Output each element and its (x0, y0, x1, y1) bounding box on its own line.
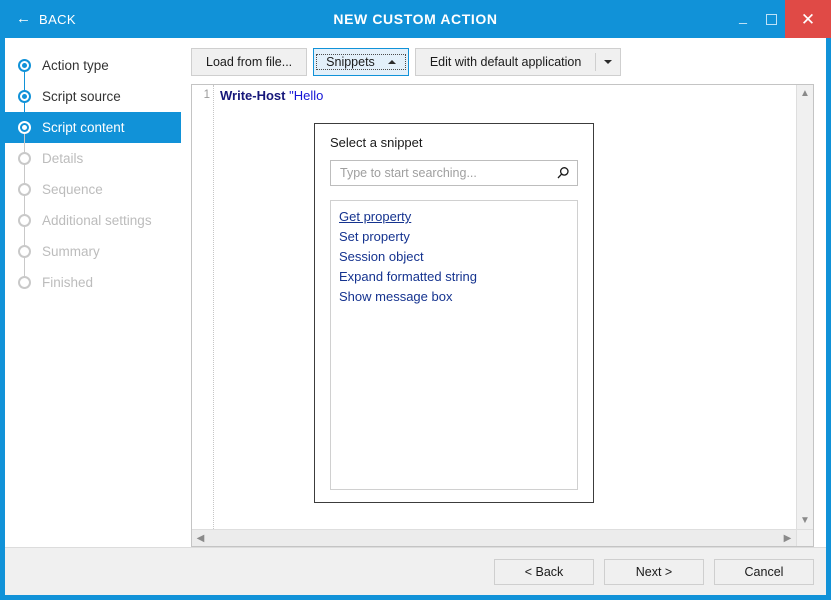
line-number-gutter: 1 (192, 85, 214, 529)
close-button[interactable]: ✕ (785, 0, 831, 38)
horizontal-scrollbar-main: ◀ ▶ (192, 529, 796, 546)
sidebar-item-label: Finished (42, 275, 93, 290)
snippets-dropdown-panel: Select a snippet Get property Set proper… (314, 123, 594, 503)
step-marker-icon (18, 90, 31, 103)
horizontal-scrollbar[interactable]: ◀ ▶ (192, 529, 796, 546)
chevron-down-icon (604, 60, 612, 64)
code-string: "Hello (285, 88, 323, 103)
line-number: 1 (204, 89, 210, 101)
sidebar-item-label: Action type (42, 58, 109, 73)
snippet-item-session-object[interactable]: Session object (336, 247, 427, 267)
back-button-label: BACK (39, 12, 76, 27)
search-icon (556, 166, 570, 180)
dropdown-title: Select a snippet (330, 135, 578, 150)
maximize-button[interactable] (757, 0, 785, 38)
title-bar: ← BACK NEW CUSTOM ACTION _ ✕ (0, 0, 831, 38)
snippets-button[interactable]: Snippets (313, 48, 409, 76)
scrollbar-corner (796, 529, 813, 546)
wizard-step-list: Action type Script source Script content… (5, 50, 181, 298)
wizard-footer: < Back Next > Cancel (5, 547, 826, 595)
step-marker-icon (18, 276, 31, 289)
arrow-left-icon: ← (16, 11, 31, 26)
step-marker-icon (18, 59, 31, 72)
sidebar-item-summary[interactable]: Summary (5, 236, 181, 267)
snippet-search-box[interactable] (330, 160, 578, 186)
sidebar-item-label: Script source (42, 89, 121, 104)
sidebar-item-finished[interactable]: Finished (5, 267, 181, 298)
sidebar-item-label: Script content (42, 120, 125, 135)
back-nav-button[interactable]: < Back (494, 559, 594, 585)
edit-dropdown-toggle[interactable] (596, 49, 620, 75)
window-controls: _ ✕ (729, 0, 831, 38)
snippet-item-get-property[interactable]: Get property (336, 207, 414, 227)
step-marker-icon (18, 121, 31, 134)
close-icon: ✕ (801, 11, 815, 28)
chevron-up-icon (388, 60, 396, 64)
minimize-icon: _ (739, 8, 747, 24)
chevron-left-icon[interactable]: ◀ (192, 530, 209, 547)
step-marker-icon (18, 214, 31, 227)
step-marker-icon (18, 183, 31, 196)
snippet-item-expand-formatted-string[interactable]: Expand formatted string (336, 267, 480, 287)
edit-with-default-application-button[interactable]: Edit with default application (415, 48, 621, 76)
sidebar-item-label: Additional settings (42, 213, 152, 228)
wizard-sidebar: Action type Script source Script content… (5, 38, 181, 547)
sidebar-item-action-type[interactable]: Action type (5, 50, 181, 81)
window-body: Action type Script source Script content… (5, 38, 826, 595)
snippets-button-label: Snippets (326, 55, 375, 69)
snippet-item-show-message-box[interactable]: Show message box (336, 287, 455, 307)
maximize-icon (766, 14, 777, 25)
sidebar-item-sequence[interactable]: Sequence (5, 174, 181, 205)
sidebar-item-script-source[interactable]: Script source (5, 81, 181, 112)
vertical-scrollbar[interactable]: ▲ ▼ (796, 85, 813, 529)
sidebar-item-additional-settings[interactable]: Additional settings (5, 205, 181, 236)
snippet-list[interactable]: Get property Set property Session object… (330, 200, 578, 490)
load-from-file-button[interactable]: Load from file... (191, 48, 307, 76)
minimize-button[interactable]: _ (729, 0, 757, 38)
script-code[interactable]: Write-Host "Hello (214, 85, 323, 529)
sidebar-item-details[interactable]: Details (5, 143, 181, 174)
horizontal-scrollbar-row: ◀ ▶ (192, 529, 813, 546)
next-nav-button[interactable]: Next > (604, 559, 704, 585)
chevron-right-icon[interactable]: ▶ (779, 530, 796, 547)
snippet-search-input[interactable] (340, 166, 556, 180)
step-marker-icon (18, 245, 31, 258)
back-button[interactable]: ← BACK (0, 0, 90, 38)
edit-with-default-application-label: Edit with default application (416, 49, 595, 75)
vertical-scrollbar-track[interactable] (797, 102, 813, 512)
step-marker-icon (18, 152, 31, 165)
sidebar-item-label: Sequence (42, 182, 103, 197)
window-title: NEW CUSTOM ACTION (0, 0, 831, 38)
sidebar-item-label: Details (42, 151, 83, 166)
chevron-up-icon[interactable]: ▲ (797, 85, 814, 102)
snippets-button-focus-ring: Snippets (316, 54, 406, 70)
code-keyword: Write-Host (220, 88, 285, 103)
chevron-down-icon[interactable]: ▼ (797, 512, 814, 529)
wizard-window: ← BACK NEW CUSTOM ACTION _ ✕ (0, 0, 831, 600)
cancel-button[interactable]: Cancel (714, 559, 814, 585)
sidebar-item-script-content[interactable]: Script content (5, 112, 181, 143)
snippet-item-set-property[interactable]: Set property (336, 227, 413, 247)
editor-toolbar: Load from file... Snippets Edit with def… (191, 48, 814, 76)
sidebar-item-label: Summary (42, 244, 100, 259)
upper-region: Action type Script source Script content… (5, 38, 826, 547)
